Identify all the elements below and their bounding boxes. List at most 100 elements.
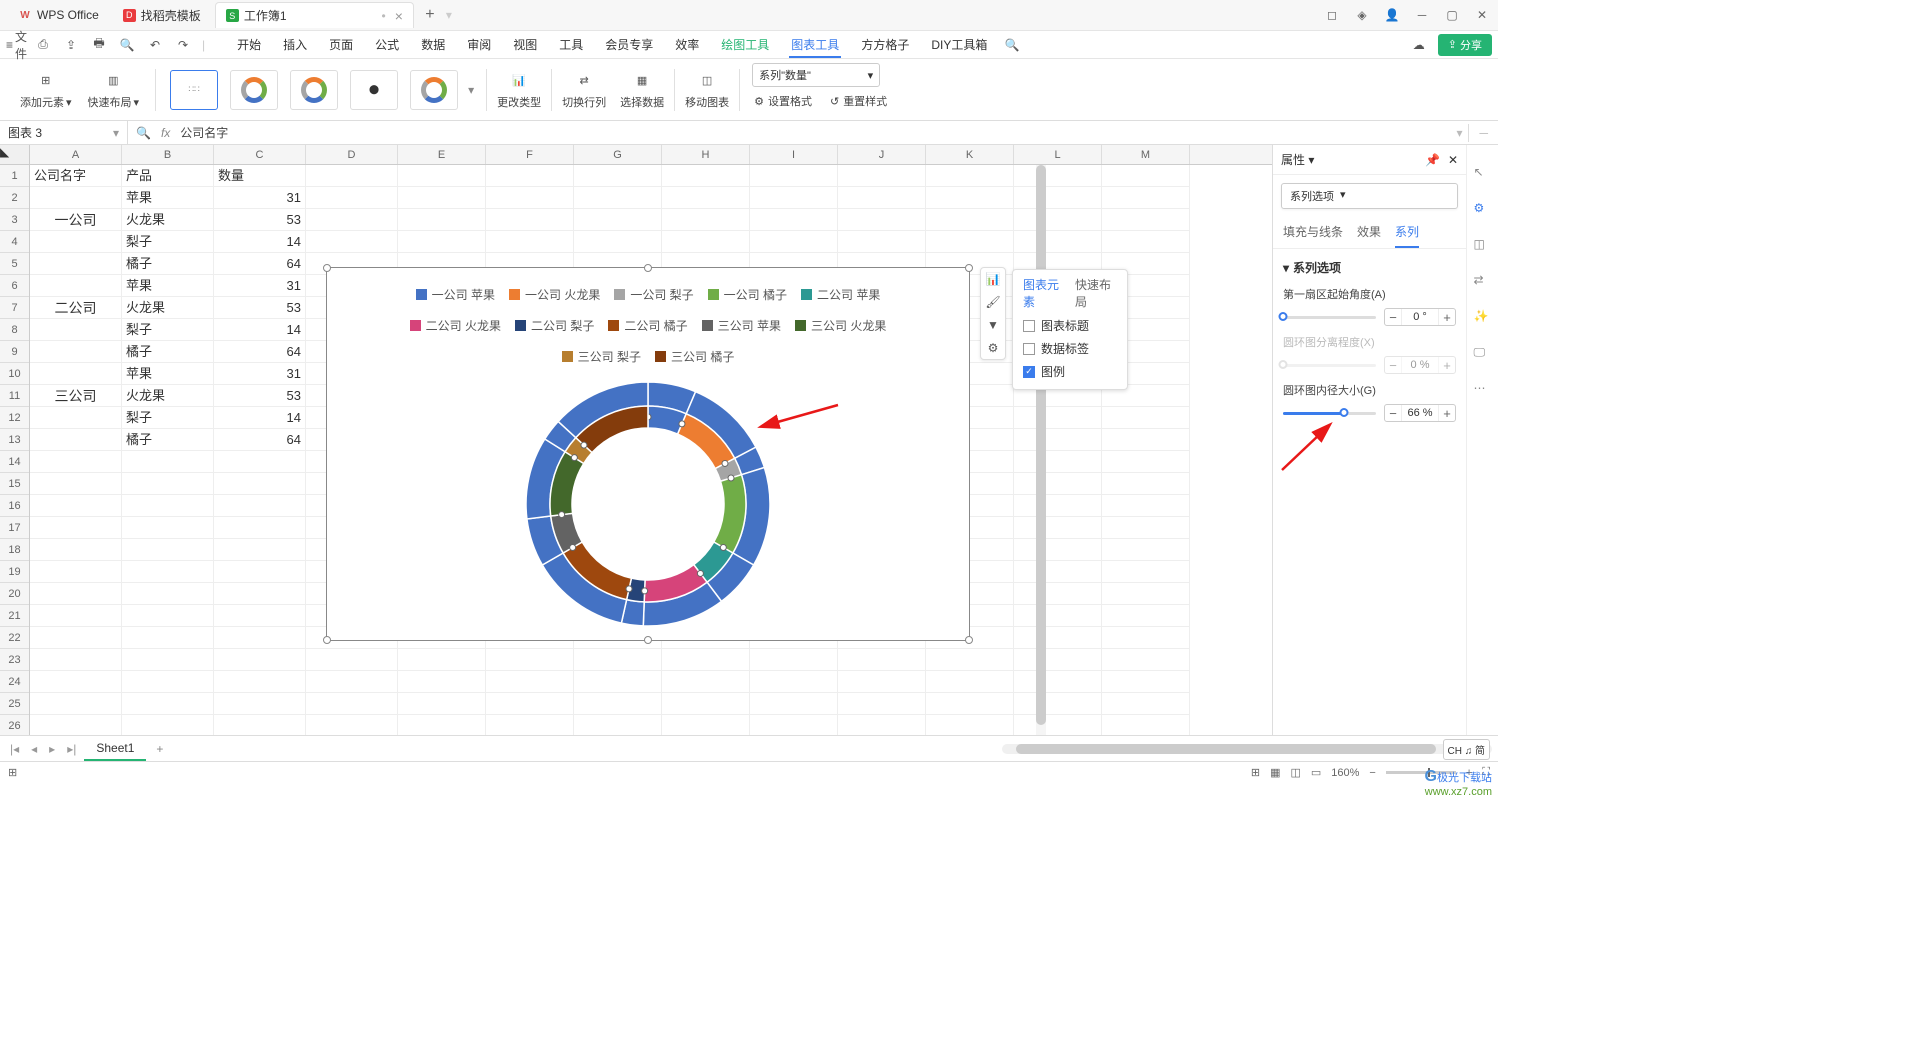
- cell[interactable]: 64: [214, 429, 306, 451]
- cell[interactable]: 橘子: [122, 429, 214, 451]
- cell[interactable]: [30, 495, 122, 517]
- legend-item[interactable]: 一公司 苹果: [416, 286, 495, 303]
- hole-stepper[interactable]: −66 %+: [1384, 404, 1456, 422]
- cell[interactable]: [662, 671, 750, 693]
- sheet-nav-prev[interactable]: ◂: [27, 742, 41, 756]
- maximize-icon[interactable]: ▢: [1444, 7, 1460, 23]
- cell[interactable]: [838, 649, 926, 671]
- cell[interactable]: [214, 473, 306, 495]
- cell[interactable]: [1102, 583, 1190, 605]
- cell[interactable]: [30, 407, 122, 429]
- cell[interactable]: [214, 605, 306, 627]
- cell[interactable]: [122, 693, 214, 715]
- angle-stepper[interactable]: −0 °+: [1384, 308, 1456, 326]
- cell[interactable]: 数量: [214, 165, 306, 187]
- print-icon[interactable]: 🖶: [90, 34, 108, 55]
- sheet-tab-1[interactable]: Sheet1: [84, 737, 146, 761]
- sheet-nav-first[interactable]: |◂: [6, 742, 23, 756]
- cell[interactable]: [122, 517, 214, 539]
- cell[interactable]: [1014, 671, 1102, 693]
- cell[interactable]: [486, 209, 574, 231]
- chart-legend[interactable]: 一公司 苹果一公司 火龙果一公司 梨子一公司 橘子二公司 苹果二公司 火龙果二公…: [327, 268, 969, 371]
- app-tab-workbook[interactable]: S 工作簿1 • ×: [215, 2, 414, 28]
- row-header[interactable]: 20: [0, 583, 29, 605]
- row-header[interactable]: 18: [0, 539, 29, 561]
- cell[interactable]: [1102, 539, 1190, 561]
- col-header[interactable]: L: [1014, 145, 1102, 164]
- add-element-button[interactable]: ⊞添加元素 ▾: [16, 67, 76, 112]
- cell[interactable]: [1014, 495, 1102, 517]
- cell[interactable]: [838, 693, 926, 715]
- cell[interactable]: [30, 473, 122, 495]
- cell[interactable]: [662, 693, 750, 715]
- cell[interactable]: 64: [214, 341, 306, 363]
- cell[interactable]: [1102, 209, 1190, 231]
- cell[interactable]: [926, 671, 1014, 693]
- cell[interactable]: [1014, 429, 1102, 451]
- col-header[interactable]: F: [486, 145, 574, 164]
- cell[interactable]: [1102, 187, 1190, 209]
- rp-tab-fill[interactable]: 填充与线条: [1283, 217, 1343, 248]
- view-normal-icon[interactable]: ⊞: [1251, 766, 1260, 779]
- cell[interactable]: [1014, 715, 1102, 735]
- row-header[interactable]: 23: [0, 649, 29, 671]
- search-icon[interactable]: 🔍: [1003, 38, 1021, 52]
- cell[interactable]: [214, 693, 306, 715]
- cell[interactable]: 橘子: [122, 341, 214, 363]
- select-all-corner[interactable]: ◣: [0, 145, 30, 164]
- cell[interactable]: [30, 187, 122, 209]
- menu-tab-12[interactable]: 方方格子: [859, 32, 911, 58]
- rail-swap-icon[interactable]: ⇄: [1474, 273, 1492, 291]
- cell[interactable]: [838, 165, 926, 187]
- cell[interactable]: [486, 715, 574, 735]
- row-header[interactable]: 3: [0, 209, 29, 231]
- cell[interactable]: 31: [214, 275, 306, 297]
- row-header[interactable]: 5: [0, 253, 29, 275]
- cell[interactable]: [486, 165, 574, 187]
- rail-screen-icon[interactable]: 🖵: [1474, 345, 1492, 363]
- cell[interactable]: [30, 671, 122, 693]
- sheet-nav-last[interactable]: ▸|: [63, 742, 80, 756]
- chart-elements-icon[interactable]: 📊: [981, 268, 1005, 290]
- cell[interactable]: [122, 715, 214, 735]
- spreadsheet[interactable]: ◣ABCDEFGHIJKLM 1234567891011121314151617…: [0, 145, 1272, 735]
- app-tab-wps[interactable]: W WPS Office: [8, 2, 109, 28]
- menu-tab-3[interactable]: 公式: [373, 32, 401, 58]
- chart-object[interactable]: 一公司 苹果一公司 火龙果一公司 梨子一公司 橘子二公司 苹果二公司 火龙果二公…: [326, 267, 970, 641]
- cell[interactable]: [30, 231, 122, 253]
- cell[interactable]: 产品: [122, 165, 214, 187]
- swap-rowcol-button[interactable]: ⇄切换行列: [558, 67, 610, 112]
- col-header[interactable]: E: [398, 145, 486, 164]
- chart-style-4[interactable]: ⬤: [350, 70, 398, 110]
- cell[interactable]: [926, 693, 1014, 715]
- cell[interactable]: [30, 605, 122, 627]
- change-type-button[interactable]: 📊更改类型: [493, 67, 545, 112]
- name-box[interactable]: 图表 3▾: [0, 121, 128, 144]
- cell[interactable]: [926, 209, 1014, 231]
- cell[interactable]: [122, 583, 214, 605]
- col-header[interactable]: M: [1102, 145, 1190, 164]
- cell[interactable]: [486, 187, 574, 209]
- menu-file[interactable]: ≡ 文件: [6, 28, 24, 62]
- cell[interactable]: [30, 319, 122, 341]
- reset-style-button[interactable]: ↺ 重置样式: [828, 91, 889, 111]
- legend-item[interactable]: 一公司 火龙果: [509, 286, 600, 303]
- row-header[interactable]: 4: [0, 231, 29, 253]
- cell[interactable]: [1014, 605, 1102, 627]
- cell[interactable]: [306, 693, 398, 715]
- legend-item[interactable]: 一公司 橘子: [708, 286, 787, 303]
- popup-checkbox[interactable]: ✓图例: [1017, 360, 1123, 383]
- close-window-icon[interactable]: ✕: [1474, 7, 1490, 23]
- add-sheet-button[interactable]: +: [150, 742, 169, 756]
- menu-tab-9[interactable]: 效率: [673, 32, 701, 58]
- cell[interactable]: [398, 165, 486, 187]
- row-header[interactable]: 17: [0, 517, 29, 539]
- cell[interactable]: [1014, 231, 1102, 253]
- cell[interactable]: [398, 671, 486, 693]
- cell[interactable]: [1102, 561, 1190, 583]
- series-dropdown[interactable]: 系列选项▾: [1281, 183, 1458, 209]
- menu-tab-8[interactable]: 会员专享: [603, 32, 655, 58]
- cell[interactable]: [1014, 517, 1102, 539]
- row-header[interactable]: 1: [0, 165, 29, 187]
- series-select[interactable]: 系列"数量"▾: [752, 63, 880, 87]
